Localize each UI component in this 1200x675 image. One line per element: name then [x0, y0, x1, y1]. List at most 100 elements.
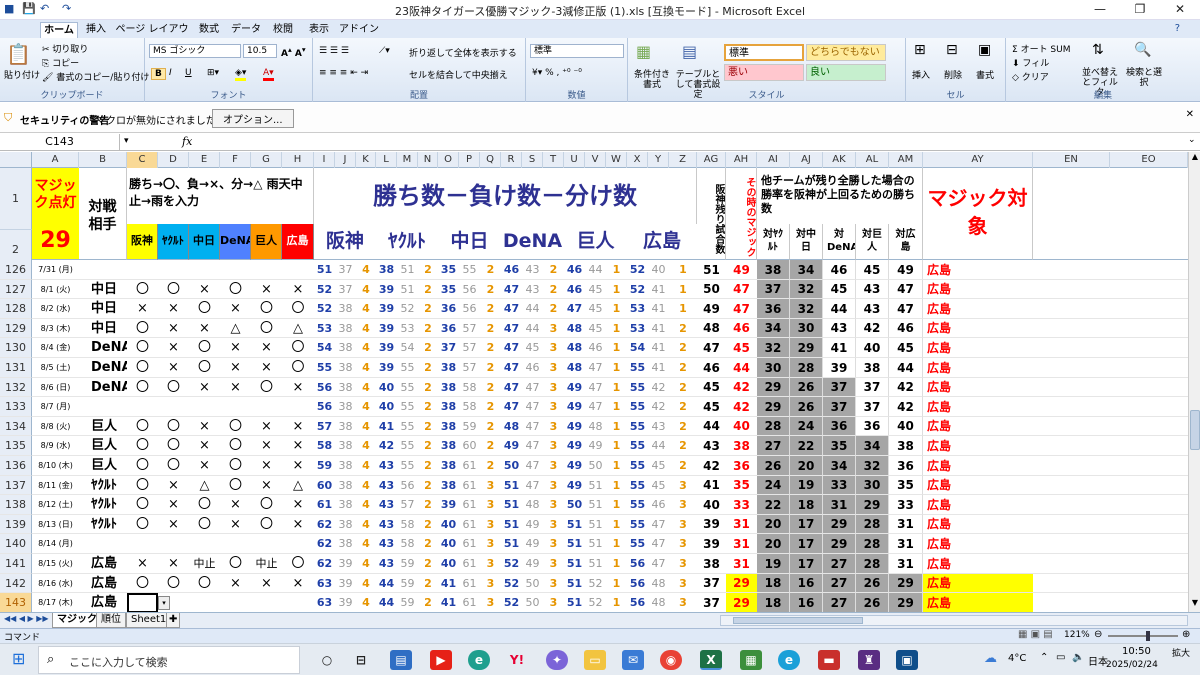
- stat-cell[interactable]: 43: [376, 476, 397, 495]
- column-header-l[interactable]: L: [376, 152, 397, 168]
- format-cells-button[interactable]: 書式: [976, 68, 994, 81]
- stat-cell[interactable]: 40: [376, 378, 397, 397]
- stat-cell[interactable]: 56: [627, 554, 648, 574]
- result-cell[interactable]: ×: [251, 280, 282, 299]
- column-header-am[interactable]: AM: [889, 152, 923, 168]
- column-header-m[interactable]: M: [397, 152, 418, 168]
- result-cell[interactable]: 〇: [189, 515, 220, 534]
- stat-cell[interactable]: 55: [627, 534, 648, 554]
- result-cell[interactable]: 〇: [189, 299, 220, 319]
- vs-cell[interactable]: 22: [757, 495, 790, 515]
- result-cell[interactable]: 〇: [158, 456, 189, 476]
- clock-date[interactable]: 2025/02/24: [1106, 660, 1158, 670]
- stat-cell[interactable]: 4: [356, 554, 376, 574]
- stat-cell[interactable]: 44: [648, 436, 669, 456]
- stat-cell[interactable]: 43: [376, 554, 397, 574]
- vs-cell[interactable]: 39: [823, 358, 856, 378]
- column-header-en[interactable]: EN: [1033, 152, 1110, 168]
- stat-cell[interactable]: 2: [543, 280, 564, 299]
- stat-cell[interactable]: 2: [418, 436, 438, 456]
- target-cell[interactable]: 広島: [923, 476, 1033, 495]
- mail-icon[interactable]: ✉: [622, 650, 644, 670]
- remaining-cell[interactable]: 41: [697, 476, 726, 495]
- stat-cell[interactable]: 55: [627, 495, 648, 515]
- stat-cell[interactable]: 3: [480, 574, 501, 593]
- stat-cell[interactable]: 3: [543, 476, 564, 495]
- app-green-icon[interactable]: ▦: [740, 650, 762, 670]
- result-cell[interactable]: ×: [189, 319, 220, 338]
- stat-cell[interactable]: 1: [606, 338, 627, 358]
- vs-cell[interactable]: 34: [757, 319, 790, 338]
- result-cell[interactable]: ×: [189, 436, 220, 456]
- column-header-eo[interactable]: EO: [1110, 152, 1188, 168]
- vs-cell[interactable]: 26: [757, 456, 790, 476]
- stat-cell[interactable]: 41: [648, 280, 669, 299]
- result-cell[interactable]: 〇: [251, 495, 282, 515]
- stat-cell[interactable]: 38: [438, 358, 459, 378]
- stat-cell[interactable]: 36: [438, 299, 459, 319]
- result-cell[interactable]: [189, 593, 220, 612]
- stat-cell[interactable]: 48: [648, 593, 669, 612]
- column-header-ag[interactable]: AG: [697, 152, 726, 168]
- stat-cell[interactable]: 49: [501, 436, 522, 456]
- stat-cell[interactable]: 3: [543, 593, 564, 612]
- stat-cell[interactable]: 1: [669, 260, 697, 280]
- vs-cell[interactable]: 29: [889, 593, 923, 612]
- result-cell[interactable]: ×: [282, 436, 314, 456]
- stat-cell[interactable]: 38: [438, 476, 459, 495]
- stat-cell[interactable]: 54: [397, 338, 418, 358]
- stat-cell[interactable]: 63: [314, 593, 335, 612]
- result-cell[interactable]: ×: [220, 495, 251, 515]
- stat-cell[interactable]: 2: [480, 456, 501, 476]
- vs-cell[interactable]: 43: [856, 280, 889, 299]
- stat-cell[interactable]: 47: [522, 456, 543, 476]
- result-cell[interactable]: ×: [127, 299, 158, 319]
- stat-cell[interactable]: 2: [480, 338, 501, 358]
- date-cell[interactable]: 8/13 (日): [32, 515, 79, 534]
- stat-cell[interactable]: 55: [397, 378, 418, 397]
- column-header-n[interactable]: N: [418, 152, 438, 168]
- result-cell[interactable]: ×: [158, 515, 189, 534]
- magic-cell[interactable]: 45: [726, 338, 757, 358]
- column-header-f[interactable]: F: [220, 152, 251, 168]
- opponent-cell[interactable]: [79, 397, 127, 417]
- stat-cell[interactable]: 1: [606, 417, 627, 436]
- stat-cell[interactable]: 2: [418, 338, 438, 358]
- blank-cell[interactable]: [1033, 515, 1188, 534]
- date-cell[interactable]: 8/6 (日): [32, 378, 79, 397]
- result-cell[interactable]: 〇: [220, 280, 251, 299]
- stat-cell[interactable]: 61: [459, 456, 480, 476]
- stat-cell[interactable]: 47: [585, 397, 606, 417]
- tab-addins[interactable]: アドイン: [338, 22, 380, 38]
- result-cell[interactable]: 〇: [220, 456, 251, 476]
- vs-cell[interactable]: 26: [790, 397, 823, 417]
- stat-cell[interactable]: 44: [376, 593, 397, 612]
- stat-cell[interactable]: 38: [335, 338, 356, 358]
- target-cell[interactable]: 広島: [923, 456, 1033, 476]
- stat-cell[interactable]: 55: [397, 417, 418, 436]
- vs-cell[interactable]: 40: [856, 338, 889, 358]
- paste-button[interactable]: 貼り付け: [4, 68, 40, 81]
- stat-cell[interactable]: 39: [376, 299, 397, 319]
- result-cell[interactable]: 〇: [282, 299, 314, 319]
- stat-cell[interactable]: 47: [648, 534, 669, 554]
- vs-cell[interactable]: 43: [856, 299, 889, 319]
- column-header-g[interactable]: G: [251, 152, 282, 168]
- stat-cell[interactable]: 49: [564, 397, 585, 417]
- stat-cell[interactable]: 48: [564, 358, 585, 378]
- blank-cell[interactable]: [1033, 299, 1188, 319]
- vs-cell[interactable]: 28: [757, 417, 790, 436]
- stat-cell[interactable]: 3: [543, 456, 564, 476]
- vs-cell[interactable]: 37: [757, 280, 790, 299]
- stat-cell[interactable]: 52: [501, 554, 522, 574]
- stat-cell[interactable]: 61: [459, 476, 480, 495]
- column-header-z[interactable]: Z: [669, 152, 697, 168]
- stat-cell[interactable]: 1: [669, 280, 697, 299]
- stat-cell[interactable]: 47: [585, 378, 606, 397]
- cortana-icon[interactable]: ○: [316, 650, 338, 670]
- column-header-ai[interactable]: AI: [757, 152, 790, 168]
- opponent-cell[interactable]: 中日: [79, 280, 127, 299]
- find-select-button[interactable]: 検索と選択: [1124, 68, 1164, 88]
- stat-cell[interactable]: 47: [648, 515, 669, 534]
- row-header-139[interactable]: 139: [0, 515, 32, 534]
